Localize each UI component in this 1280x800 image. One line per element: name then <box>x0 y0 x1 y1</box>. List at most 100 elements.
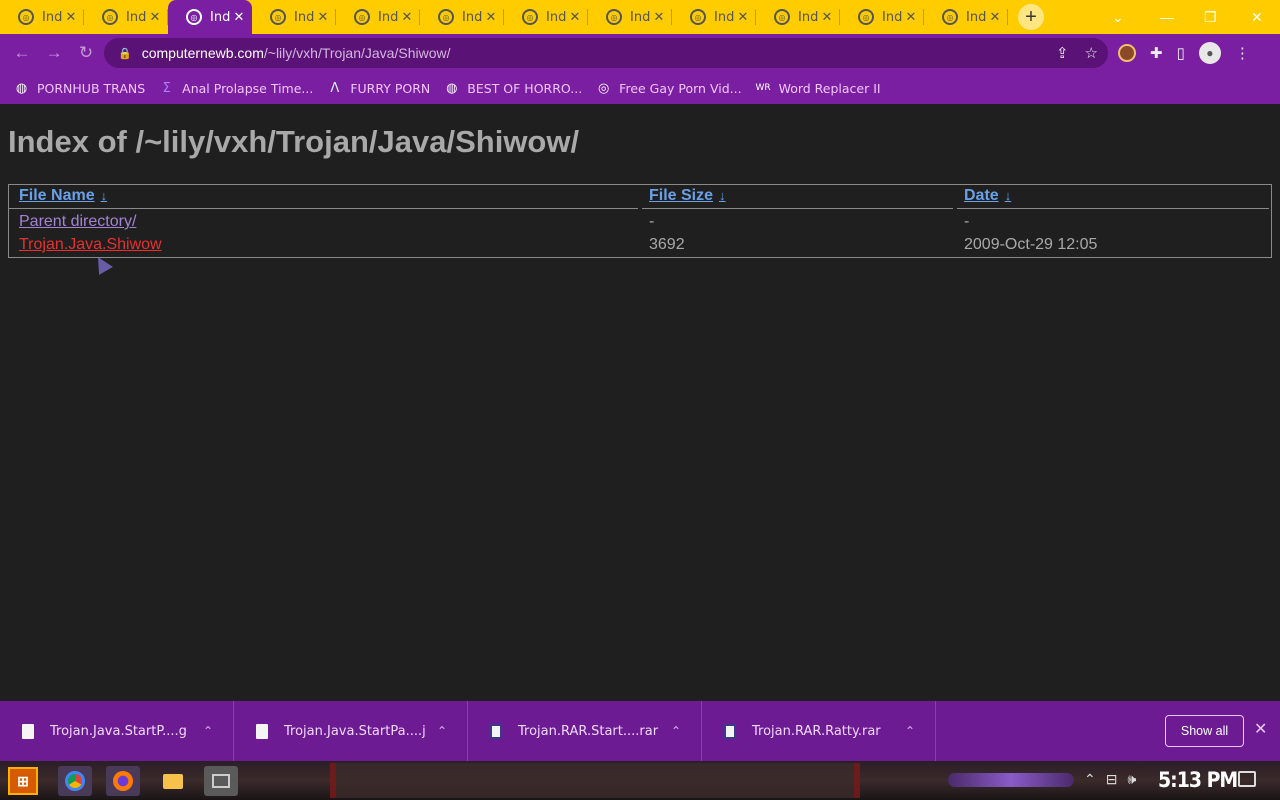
download-item[interactable]: Trojan.Java.StartP....g ⌃ <box>0 701 234 761</box>
browser-tab[interactable]: ◎ Ind ✕ <box>504 0 588 34</box>
file-size: 3692 <box>649 236 685 253</box>
browser-tab[interactable]: ◎ Ind ✕ <box>672 0 756 34</box>
browser-tab[interactable]: ◎ Ind ✕ <box>336 0 420 34</box>
bookmark-item[interactable]: ◍ PORNHUB TRANS <box>14 81 145 96</box>
chevron-up-icon[interactable]: ⌃ <box>437 724 447 738</box>
firefox-icon[interactable] <box>106 766 140 796</box>
globe-icon: ◍ <box>15 80 28 96</box>
file-explorer-icon[interactable] <box>156 766 190 796</box>
download-item[interactable]: Trojan.RAR.Ratty.rar ⌃ <box>702 701 936 761</box>
bookmark-item[interactable]: ◎ Free Gay Porn Vid... <box>596 80 742 96</box>
sort-arrow-icon[interactable]: ↓ <box>1005 188 1012 203</box>
volume-icon[interactable]: 🕪 <box>1127 771 1136 788</box>
restore-icon[interactable]: ❐ <box>1204 0 1217 34</box>
browser-tab[interactable]: ◎ Ind ✕ <box>840 0 924 34</box>
file-link[interactable]: Parent directory/ <box>19 213 136 230</box>
extension-avatar-icon[interactable] <box>1118 44 1136 62</box>
chevron-up-icon[interactable]: ⌃ <box>203 724 213 738</box>
back-icon[interactable]: ← <box>6 38 38 68</box>
download-item[interactable]: Trojan.RAR.Start....rar ⌃ <box>468 701 702 761</box>
app-window-icon[interactable] <box>204 766 238 796</box>
download-filename: Trojan.Java.StartPa....j <box>284 723 426 739</box>
wr-icon: WR <box>755 83 771 93</box>
bookmark-label: Free Gay Porn Vid... <box>619 80 742 96</box>
bookmark-item[interactable]: Σ Anal Prolapse Time... <box>159 81 314 96</box>
notification-icon[interactable] <box>1238 771 1256 787</box>
browser-tab[interactable]: ◎ Ind ✕ <box>84 0 168 34</box>
extensions-puzzle-icon[interactable]: ✚ <box>1150 44 1163 62</box>
close-tab-icon[interactable]: ✕ <box>988 10 1002 25</box>
close-tab-icon[interactable]: ✕ <box>736 10 750 25</box>
start-button[interactable]: ⊞ <box>8 767 38 795</box>
close-tab-icon[interactable]: ✕ <box>232 10 246 25</box>
url-host: computernewb.com <box>141 45 264 61</box>
show-all-button[interactable]: Show all <box>1165 715 1244 747</box>
taskbar-decoration <box>330 763 860 798</box>
page-title: Index of /~lily/vxh/Trojan/Java/Shiwow/ <box>8 124 580 159</box>
download-item[interactable]: Trojan.Java.StartPa....j ⌃ <box>234 701 468 761</box>
lock-icon[interactable]: 🔒 <box>118 47 132 60</box>
close-window-icon[interactable]: ✕ <box>1251 0 1263 34</box>
rar-archive-icon <box>724 723 736 739</box>
bookmark-item[interactable]: Λ FURRY PORN <box>327 81 430 96</box>
column-header-file-size[interactable]: File Size <box>649 187 713 204</box>
file-icon <box>22 723 34 739</box>
close-tab-icon[interactable]: ✕ <box>820 10 834 25</box>
new-tab-button[interactable]: + <box>1018 4 1044 30</box>
menu-kebab-icon[interactable]: ⋮ <box>1235 44 1250 62</box>
side-panel-icon[interactable]: ▯ <box>1177 44 1185 62</box>
browser-tab[interactable]: ◎ Ind ✕ <box>420 0 504 34</box>
file-link[interactable]: Trojan.Java.Shiwow <box>19 236 162 253</box>
page-content: Index of /~lily/vxh/Trojan/Java/Shiwow/ … <box>0 104 1280 701</box>
address-bar[interactable]: 🔒 computernewb.com/~lily/vxh/Trojan/Java… <box>104 38 1108 68</box>
close-tab-icon[interactable]: ✕ <box>652 10 666 25</box>
chevron-up-icon[interactable]: ⌃ <box>1084 771 1096 788</box>
share-icon[interactable]: ⇪ <box>1056 44 1069 62</box>
sort-arrow-icon[interactable]: ↓ <box>101 188 108 203</box>
browser-tab[interactable]: ◎ Ind ✕ <box>0 0 84 34</box>
tab-title: Ind <box>126 9 147 25</box>
site-favicon-icon: ◎ <box>102 9 118 25</box>
downloads-shelf: Trojan.Java.StartP....g ⌃ Trojan.Java.Sta… <box>0 701 1280 761</box>
bookmark-label: Word Replacer II <box>778 80 881 96</box>
tab-strip: ◎ Ind ✕ ◎ Ind ✕ ◎ Ind ✕ ◎ Ind ✕ ◎ Ind ✕ ◎ Ind ✕ ◎ Ind… <box>0 0 1280 34</box>
bookmark-star-icon[interactable]: ☆ <box>1085 44 1098 62</box>
tab-title: Ind <box>210 9 231 25</box>
browser-tab[interactable]: ◎ Ind ✕ <box>924 0 1008 34</box>
forward-icon[interactable]: → <box>38 38 70 68</box>
close-tab-icon[interactable]: ✕ <box>484 10 498 25</box>
column-header-file-name[interactable]: File Name <box>19 187 95 204</box>
reload-icon[interactable]: ↻ <box>70 38 102 68</box>
browser-tab[interactable]: ◎ Ind ✕ <box>252 0 336 34</box>
profile-icon[interactable]: ● <box>1198 42 1221 64</box>
network-icon[interactable]: ⊟ <box>1106 771 1118 788</box>
close-tab-icon[interactable]: ✕ <box>904 10 918 25</box>
close-shelf-icon[interactable]: ✕ <box>1254 719 1267 739</box>
minimize-icon[interactable]: — <box>1160 0 1174 34</box>
column-header-date[interactable]: Date <box>964 187 999 204</box>
close-tab-icon[interactable]: ✕ <box>400 10 414 25</box>
download-filename: Trojan.RAR.Start....rar <box>518 723 659 739</box>
tab-search-icon[interactable]: ⌄ <box>1112 0 1124 34</box>
bookmark-item[interactable]: ◍ BEST OF HORRO... <box>444 81 582 96</box>
close-tab-icon[interactable]: ✕ <box>568 10 582 25</box>
site-favicon-icon: ◎ <box>858 9 874 25</box>
chevron-up-icon[interactable]: ⌃ <box>905 724 915 738</box>
header-divider <box>957 208 1269 209</box>
browser-tab[interactable]: ◎ Ind ✕ <box>756 0 840 34</box>
chrome-icon[interactable] <box>58 766 92 796</box>
bookmark-item[interactable]: WR Word Replacer II <box>755 80 881 96</box>
browser-tab-active[interactable]: ◎ Ind ✕ <box>168 0 252 34</box>
close-tab-icon[interactable]: ✕ <box>148 10 162 25</box>
close-tab-icon[interactable]: ✕ <box>316 10 330 25</box>
browser-tab[interactable]: ◎ Ind ✕ <box>588 0 672 34</box>
header-divider <box>9 208 638 209</box>
taskbar-clock[interactable]: 5:13 PM <box>1158 768 1238 792</box>
tab-title: Ind <box>462 9 483 25</box>
site-favicon-icon: ◎ <box>270 9 286 25</box>
lambda-icon: Λ <box>330 80 340 96</box>
table-row: Parent directory/ - - <box>9 213 1271 235</box>
close-tab-icon[interactable]: ✕ <box>64 10 78 25</box>
sort-arrow-icon[interactable]: ↓ <box>719 188 726 203</box>
chevron-up-icon[interactable]: ⌃ <box>671 724 681 738</box>
